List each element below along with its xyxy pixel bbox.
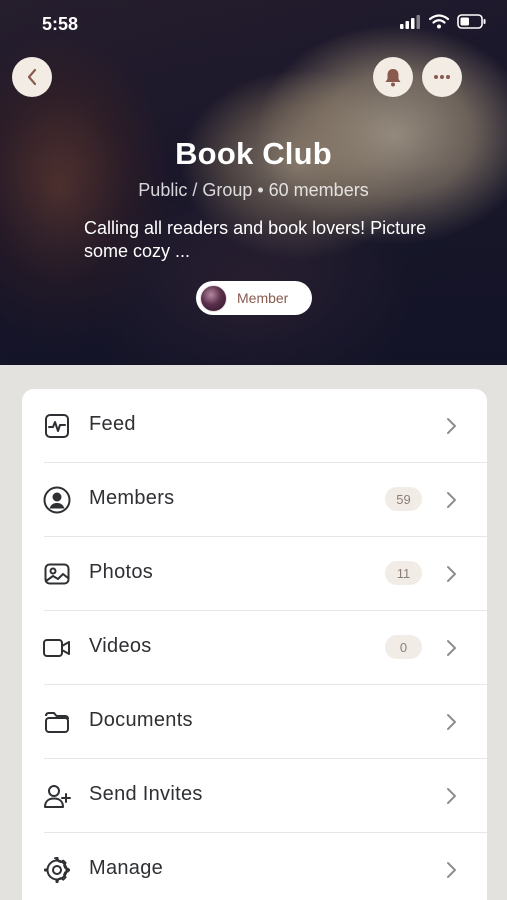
group-description[interactable]: Calling all readers and book lovers! Pic… <box>84 217 444 263</box>
avatar <box>200 284 227 312</box>
membership-label: Member <box>237 290 289 306</box>
chevron-right-icon <box>447 788 456 804</box>
menu-item-label: Manage <box>89 857 164 879</box>
user-plus-icon <box>42 781 72 811</box>
group-cover-image: 5:58 Book Club Public / Group • 60 membe… <box>0 0 507 365</box>
membership-button[interactable]: Member <box>196 281 312 315</box>
chevron-right-icon <box>447 640 456 656</box>
menu-item-members[interactable]: Members 59 <box>22 463 487 537</box>
folder-icon <box>42 707 72 737</box>
count-badge: 59 <box>385 487 422 511</box>
menu-item-send-invites[interactable]: Send Invites <box>22 759 487 833</box>
count-badge: 0 <box>385 635 422 659</box>
chevron-right-icon <box>447 714 456 730</box>
menu-item-label: Documents <box>89 709 193 731</box>
status-icons <box>399 14 487 29</box>
count-badge: 11 <box>385 561 422 585</box>
wifi-icon <box>429 14 449 29</box>
chevron-left-icon <box>27 68 37 86</box>
notifications-button[interactable] <box>373 57 413 97</box>
chevron-right-icon <box>447 862 456 878</box>
battery-icon <box>457 14 486 29</box>
chevron-right-icon <box>447 492 456 508</box>
status-time: 5:58 <box>42 14 79 34</box>
group-menu: Feed Members 59 Photos 11 Videos 0 Docum… <box>22 389 487 900</box>
video-icon <box>42 633 72 663</box>
chevron-right-icon <box>447 418 456 434</box>
group-title: Book Club <box>175 136 332 171</box>
menu-item-label: Videos <box>89 635 152 657</box>
menu-item-manage[interactable]: Manage <box>22 833 487 900</box>
menu-item-label: Feed <box>89 413 136 435</box>
back-button[interactable] <box>12 57 52 97</box>
menu-item-documents[interactable]: Documents <box>22 685 487 759</box>
menu-item-videos[interactable]: Videos 0 <box>22 611 487 685</box>
menu-item-photos[interactable]: Photos 11 <box>22 537 487 611</box>
bell-icon <box>385 69 401 87</box>
menu-item-label: Send Invites <box>89 783 203 805</box>
group-meta: Public / Group • 60 members <box>138 180 369 200</box>
gear-icon <box>42 855 72 885</box>
image-icon <box>42 559 72 589</box>
menu-item-feed[interactable]: Feed <box>22 389 487 463</box>
chevron-right-icon <box>447 566 456 582</box>
more-options-button[interactable] <box>422 57 462 97</box>
menu-item-label: Photos <box>89 561 154 583</box>
signal-icon <box>400 14 420 29</box>
user-circle-icon <box>42 485 72 515</box>
activity-icon <box>42 411 72 441</box>
menu-item-label: Members <box>89 487 175 509</box>
more-icon <box>434 75 450 79</box>
